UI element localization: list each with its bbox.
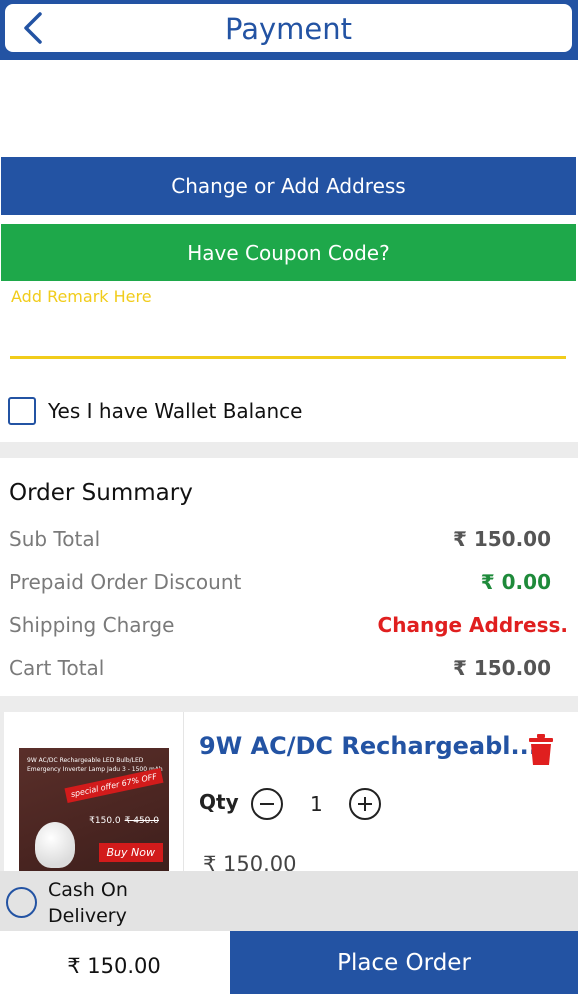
- coupon-button[interactable]: Have Coupon Code?: [1, 224, 576, 281]
- qty-value: 1: [310, 792, 323, 816]
- product-image-frame: 9W AC/DC Rechargeable LED Bulb/LED Emerg…: [4, 712, 184, 872]
- image-price: ₹150.0 ₹ 450.0: [89, 816, 159, 826]
- app-header: Payment: [0, 0, 578, 60]
- buy-now-badge: Buy Now: [98, 843, 163, 862]
- summary-row-subtotal: Sub Total ₹ 150.00: [9, 524, 568, 554]
- page-title: Payment: [225, 12, 352, 46]
- wallet-option[interactable]: Yes I have Wallet Balance: [8, 397, 302, 425]
- trash-icon: [529, 734, 553, 765]
- summary-value: ₹ 150.00: [452, 656, 551, 680]
- delete-button[interactable]: [528, 734, 554, 770]
- checkout-footer: ₹ 150.00 Place Order: [0, 931, 578, 1000]
- product-name[interactable]: 9W AC/DC Rechargeabl...: [199, 732, 538, 760]
- place-order-button[interactable]: Place Order: [230, 931, 578, 994]
- bulb-icon: [35, 822, 75, 868]
- summary-row-cart-total: Cart Total ₹ 150.00: [9, 653, 568, 683]
- header-bar: Payment: [5, 4, 572, 52]
- summary-label: Sub Total: [9, 527, 101, 551]
- summary-row-shipping: Shipping Charge Change Address.: [9, 610, 568, 640]
- cart-item: 9W AC/DC Rechargeable LED Bulb/LED Emerg…: [4, 712, 578, 876]
- cash-on-delivery-option[interactable]: Cash On Delivery: [0, 871, 578, 931]
- summary-label: Shipping Charge: [9, 613, 175, 637]
- summary-title: Order Summary: [9, 480, 193, 506]
- summary-value: ₹ 0.00: [480, 570, 551, 594]
- remark-input[interactable]: Add Remark Here: [11, 287, 152, 306]
- qty-label: Qty: [199, 790, 239, 814]
- summary-label: Prepaid Order Discount: [9, 570, 242, 594]
- remark-underline: [10, 356, 566, 359]
- wallet-checkbox[interactable]: [8, 397, 36, 425]
- summary-value: ₹ 150.00: [452, 527, 551, 551]
- change-address-button[interactable]: Change or Add Address: [1, 157, 576, 215]
- product-image[interactable]: 9W AC/DC Rechargeable LED Bulb/LED Emerg…: [19, 748, 169, 872]
- cod-radio[interactable]: [6, 887, 37, 918]
- footer-total: ₹ 150.00: [67, 953, 161, 978]
- qty-increase-button[interactable]: [349, 788, 381, 820]
- qty-decrease-button[interactable]: [251, 788, 283, 820]
- order-summary: Order Summary Sub Total ₹ 150.00 Prepaid…: [0, 458, 578, 696]
- summary-row-discount: Prepaid Order Discount ₹ 0.00: [9, 567, 568, 597]
- cod-label: Cash On Delivery: [48, 879, 128, 927]
- summary-label: Cart Total: [9, 656, 105, 680]
- wallet-label: Yes I have Wallet Balance: [48, 399, 303, 423]
- change-address-link[interactable]: Change Address.: [378, 613, 568, 637]
